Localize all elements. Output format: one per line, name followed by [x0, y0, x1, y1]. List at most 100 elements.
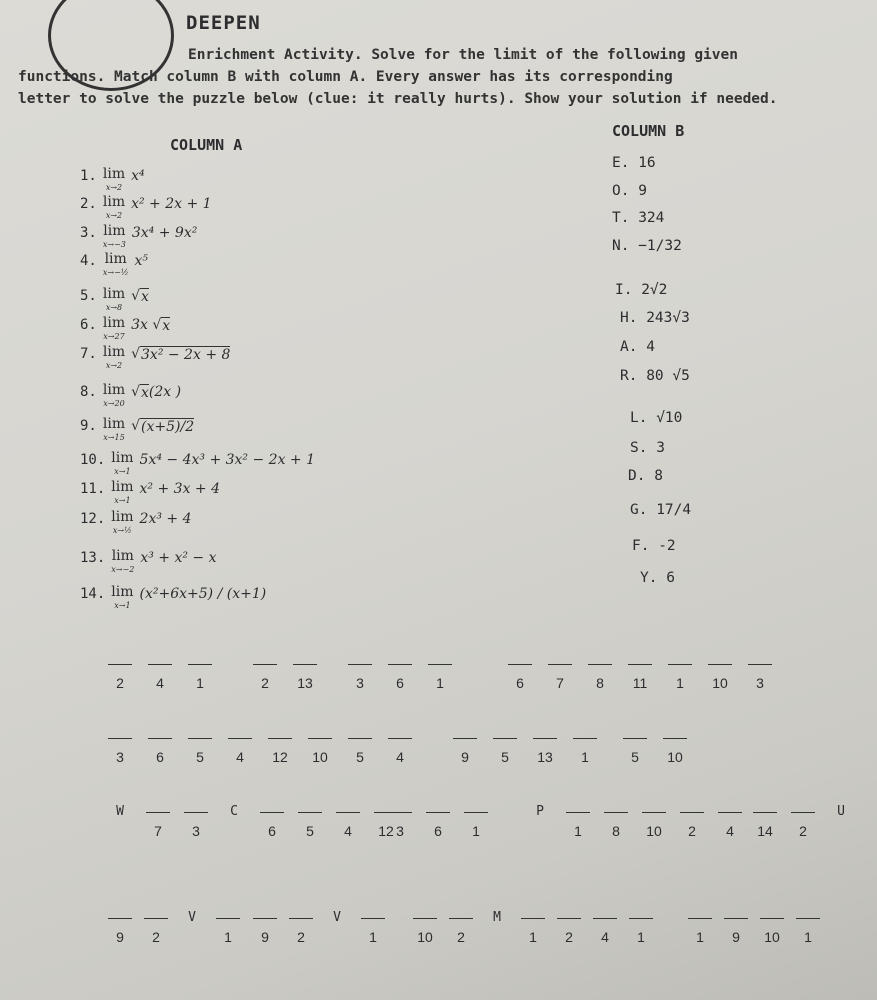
puzzle-blank[interactable]: 6 [505, 664, 535, 691]
answer-line[interactable] [628, 664, 652, 675]
puzzle-blank[interactable]: 1 [425, 664, 455, 691]
puzzle-blank[interactable]: 12 [265, 738, 295, 765]
puzzle-blank[interactable]: 9 [450, 738, 480, 765]
answer-line[interactable] [688, 918, 712, 929]
puzzle-blank[interactable]: 1 [185, 664, 215, 691]
answer-line[interactable] [336, 812, 360, 823]
puzzle-blank[interactable]: 3 [385, 812, 415, 839]
answer-line[interactable] [388, 738, 412, 749]
answer-line[interactable] [148, 664, 172, 675]
puzzle-blank[interactable]: 1 [570, 738, 600, 765]
answer-line[interactable] [144, 918, 168, 929]
puzzle-blank[interactable]: 7 [143, 812, 173, 839]
answer-line[interactable] [573, 738, 597, 749]
answer-line[interactable] [464, 812, 488, 823]
puzzle-blank[interactable]: 10 [660, 738, 690, 765]
answer-line[interactable] [216, 918, 240, 929]
answer-line[interactable] [724, 918, 748, 929]
answer-line[interactable] [388, 812, 412, 823]
puzzle-blank[interactable]: 3 [181, 812, 211, 839]
puzzle-blank[interactable]: 4 [225, 738, 255, 765]
puzzle-blank[interactable]: 4 [590, 918, 620, 945]
puzzle-blank[interactable]: 3 [345, 664, 375, 691]
puzzle-blank[interactable]: 6 [423, 812, 453, 839]
answer-line[interactable] [148, 738, 172, 749]
answer-line[interactable] [453, 738, 477, 749]
puzzle-blank[interactable]: 10 [757, 918, 787, 945]
answer-line[interactable] [668, 664, 692, 675]
answer-line[interactable] [663, 738, 687, 749]
answer-line[interactable] [289, 918, 313, 929]
answer-line[interactable] [188, 664, 212, 675]
answer-line[interactable] [413, 918, 437, 929]
puzzle-blank[interactable]: 1 [563, 812, 593, 839]
answer-line[interactable] [348, 664, 372, 675]
puzzle-blank[interactable]: 5 [490, 738, 520, 765]
puzzle-blank[interactable]: 2 [105, 664, 135, 691]
answer-line[interactable] [557, 918, 581, 929]
answer-line[interactable] [791, 812, 815, 823]
answer-line[interactable] [588, 664, 612, 675]
answer-line[interactable] [188, 738, 212, 749]
puzzle-blank[interactable]: 1 [358, 918, 388, 945]
puzzle-blank[interactable]: 2 [554, 918, 584, 945]
puzzle-blank[interactable]: 1 [665, 664, 695, 691]
answer-line[interactable] [548, 664, 572, 675]
puzzle-blank[interactable]: 2 [446, 918, 476, 945]
answer-line[interactable] [228, 738, 252, 749]
puzzle-blank[interactable]: 6 [145, 738, 175, 765]
answer-line[interactable] [521, 918, 545, 929]
answer-line[interactable] [796, 918, 820, 929]
puzzle-blank[interactable]: 1 [518, 918, 548, 945]
answer-line[interactable] [268, 738, 292, 749]
puzzle-blank[interactable]: 1 [461, 812, 491, 839]
answer-line[interactable] [298, 812, 322, 823]
answer-line[interactable] [449, 918, 473, 929]
answer-line[interactable] [426, 812, 450, 823]
answer-line[interactable] [253, 664, 277, 675]
answer-line[interactable] [348, 738, 372, 749]
puzzle-blank[interactable]: 2 [677, 812, 707, 839]
answer-line[interactable] [388, 664, 412, 675]
answer-line[interactable] [361, 918, 385, 929]
puzzle-blank[interactable]: 8 [585, 664, 615, 691]
puzzle-blank[interactable]: 10 [705, 664, 735, 691]
puzzle-blank[interactable]: 5 [295, 812, 325, 839]
puzzle-blank[interactable]: 14 [750, 812, 780, 839]
answer-line[interactable] [293, 664, 317, 675]
puzzle-blank[interactable]: 2 [250, 664, 280, 691]
answer-line[interactable] [629, 918, 653, 929]
answer-line[interactable] [146, 812, 170, 823]
answer-line[interactable] [680, 812, 704, 823]
answer-line[interactable] [566, 812, 590, 823]
puzzle-blank[interactable]: 2 [788, 812, 818, 839]
puzzle-blank[interactable]: 7 [545, 664, 575, 691]
puzzle-blank[interactable]: 13 [290, 664, 320, 691]
answer-line[interactable] [593, 918, 617, 929]
answer-line[interactable] [533, 738, 557, 749]
puzzle-blank[interactable]: 13 [530, 738, 560, 765]
answer-line[interactable] [623, 738, 647, 749]
puzzle-blank[interactable]: 4 [333, 812, 363, 839]
puzzle-blank[interactable]: 4 [385, 738, 415, 765]
puzzle-blank[interactable]: 2 [141, 918, 171, 945]
puzzle-blank[interactable]: 2 [286, 918, 316, 945]
puzzle-blank[interactable]: 1 [213, 918, 243, 945]
puzzle-blank[interactable]: 3 [745, 664, 775, 691]
answer-line[interactable] [428, 664, 452, 675]
puzzle-blank[interactable]: 8 [601, 812, 631, 839]
answer-line[interactable] [308, 738, 332, 749]
puzzle-blank[interactable]: 4 [145, 664, 175, 691]
puzzle-blank[interactable]: 5 [620, 738, 650, 765]
answer-line[interactable] [253, 918, 277, 929]
answer-line[interactable] [753, 812, 777, 823]
answer-line[interactable] [604, 812, 628, 823]
puzzle-blank[interactable]: 10 [305, 738, 335, 765]
answer-line[interactable] [718, 812, 742, 823]
puzzle-blank[interactable]: 10 [639, 812, 669, 839]
answer-line[interactable] [108, 738, 132, 749]
answer-line[interactable] [642, 812, 666, 823]
answer-line[interactable] [508, 664, 532, 675]
answer-line[interactable] [748, 664, 772, 675]
answer-line[interactable] [108, 918, 132, 929]
